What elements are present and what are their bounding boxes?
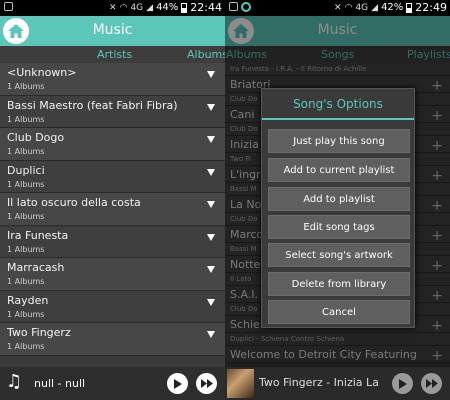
- now-playing-text[interactable]: Two Fingerz - Inizia La: [259, 376, 387, 389]
- list-item[interactable]: Club Dogo 1 Albums: [0, 128, 225, 161]
- fast-forward-icon: [425, 379, 438, 388]
- album-count: 1 Albums: [7, 212, 45, 221]
- mini-player: Two Fingerz - Inizia La: [225, 367, 450, 400]
- notification-icon: [4, 2, 13, 11]
- dialog-title: Song's Options: [293, 97, 383, 111]
- list-item[interactable]: Il lato oscuro della costa 1 Albums: [0, 193, 225, 226]
- sync-icon: [241, 2, 251, 12]
- tab-artists[interactable]: Artists: [97, 48, 132, 61]
- signal-label: 4G: [355, 2, 369, 13]
- list-item[interactable]: Two Fingerz 1 Albums: [0, 323, 225, 356]
- album-count: 1 Albums: [7, 244, 45, 254]
- music-note-icon: ♫: [6, 371, 23, 392]
- app-header: Music: [0, 16, 225, 46]
- now-playing-text[interactable]: null - null: [34, 377, 85, 390]
- add-to-current-playlist-button[interactable]: Add to current playlist: [268, 158, 410, 182]
- expand-caret-icon[interactable]: [207, 298, 215, 306]
- notification-icon: [229, 2, 238, 11]
- artist-name: Ira Funesta: [7, 228, 69, 242]
- cancel-button[interactable]: Cancel: [268, 300, 410, 324]
- album-count: 1 Albums: [7, 147, 45, 156]
- add-to-playlist-button[interactable]: Add to playlist: [268, 187, 410, 211]
- artist-name: Il lato oscuro della costa: [7, 196, 141, 209]
- album-count: 1 Albums: [7, 82, 45, 91]
- battery-percent: 42%: [381, 2, 404, 13]
- artist-name: Marracash: [7, 261, 65, 274]
- mini-player: ♫ null - null: [0, 367, 225, 400]
- list-item[interactable]: Marracash 1 Albums: [0, 258, 225, 291]
- expand-caret-icon[interactable]: [207, 71, 215, 78]
- signal-label: 4G: [130, 2, 144, 13]
- play-button[interactable]: [392, 373, 413, 394]
- album-count: 1 Albums: [7, 179, 45, 189]
- expand-caret-icon[interactable]: [207, 266, 215, 273]
- next-button[interactable]: [196, 373, 217, 394]
- play-icon: [399, 378, 407, 389]
- tab-bar: Artists Albums: [0, 46, 225, 63]
- wifi-icon: ◠: [119, 2, 128, 13]
- artist-name: Club Dogo: [7, 131, 65, 144]
- album-count: 1 Albums: [7, 309, 45, 319]
- app-title: Music: [92, 22, 133, 38]
- just-play-button[interactable]: Just play this song: [268, 129, 410, 153]
- status-bar: ✕ ◠ 4G ◢ 44% 22:44: [0, 0, 225, 16]
- clock: 22:49: [415, 1, 447, 14]
- artist-name: Rayden: [7, 293, 49, 307]
- signal-icon: ◢: [146, 2, 154, 13]
- list-item[interactable]: <Unknown> 1 Albums: [0, 63, 225, 96]
- album-count: 1 Albums: [7, 342, 45, 351]
- artist-name: Duplici: [7, 163, 45, 177]
- expand-caret-icon[interactable]: [207, 168, 215, 176]
- play-icon: [174, 378, 182, 389]
- battery-icon: [181, 2, 188, 13]
- silent-icon: ✕: [109, 2, 117, 13]
- list-item[interactable]: Ira Funesta 1 Albums: [0, 225, 225, 258]
- album-count: 1 Albums: [7, 114, 45, 124]
- song-options-dialog: Song's Options Just play this song Add t…: [261, 88, 415, 328]
- expand-caret-icon[interactable]: [207, 201, 215, 208]
- fast-forward-icon: [200, 379, 213, 388]
- wifi-icon: ◠: [344, 2, 353, 13]
- songs-screen: ✕ ◠ 4G ◢ 42% 22:49 Music Albums Songs Pl…: [225, 0, 450, 400]
- list-item[interactable]: Rayden 1 Albums: [0, 290, 225, 323]
- artist-name: <Unknown>: [7, 66, 77, 79]
- dialog-divider: [262, 118, 414, 120]
- delete-from-library-button[interactable]: Delete from library: [268, 272, 410, 296]
- album-count: 1 Albums: [7, 277, 45, 286]
- next-button[interactable]: [421, 373, 442, 394]
- expand-caret-icon[interactable]: [207, 136, 215, 143]
- edit-song-tags-button[interactable]: Edit song tags: [268, 215, 410, 239]
- play-button[interactable]: [167, 373, 188, 394]
- select-artwork-button[interactable]: Select song's artwork: [268, 243, 410, 267]
- artists-screen: ✕ ◠ 4G ◢ 44% 22:44 Music Artists Albums …: [0, 0, 225, 400]
- battery-percent: 44%: [156, 2, 179, 13]
- signal-icon: ◢: [371, 2, 379, 13]
- album-artwork[interactable]: [227, 369, 254, 398]
- expand-caret-icon[interactable]: [207, 331, 215, 338]
- expand-caret-icon[interactable]: [207, 233, 215, 241]
- artist-list: <Unknown> 1 Albums Bassi Maestro (feat Fa…: [0, 63, 225, 356]
- status-bar: ✕ ◠ 4G ◢ 42% 22:49: [225, 0, 450, 16]
- tab-albums[interactable]: Albums: [187, 48, 225, 61]
- battery-icon: [406, 2, 413, 13]
- artist-name: Two Fingerz: [7, 326, 71, 339]
- expand-caret-icon[interactable]: [207, 103, 215, 111]
- artist-name: Bassi Maestro (feat Fabri Fibra): [7, 98, 178, 112]
- silent-icon: ✕: [334, 2, 342, 13]
- clock: 22:44: [190, 1, 222, 14]
- list-item[interactable]: Bassi Maestro (feat Fabri Fibra) 1 Albums: [0, 95, 225, 128]
- list-item[interactable]: Duplici 1 Albums: [0, 160, 225, 193]
